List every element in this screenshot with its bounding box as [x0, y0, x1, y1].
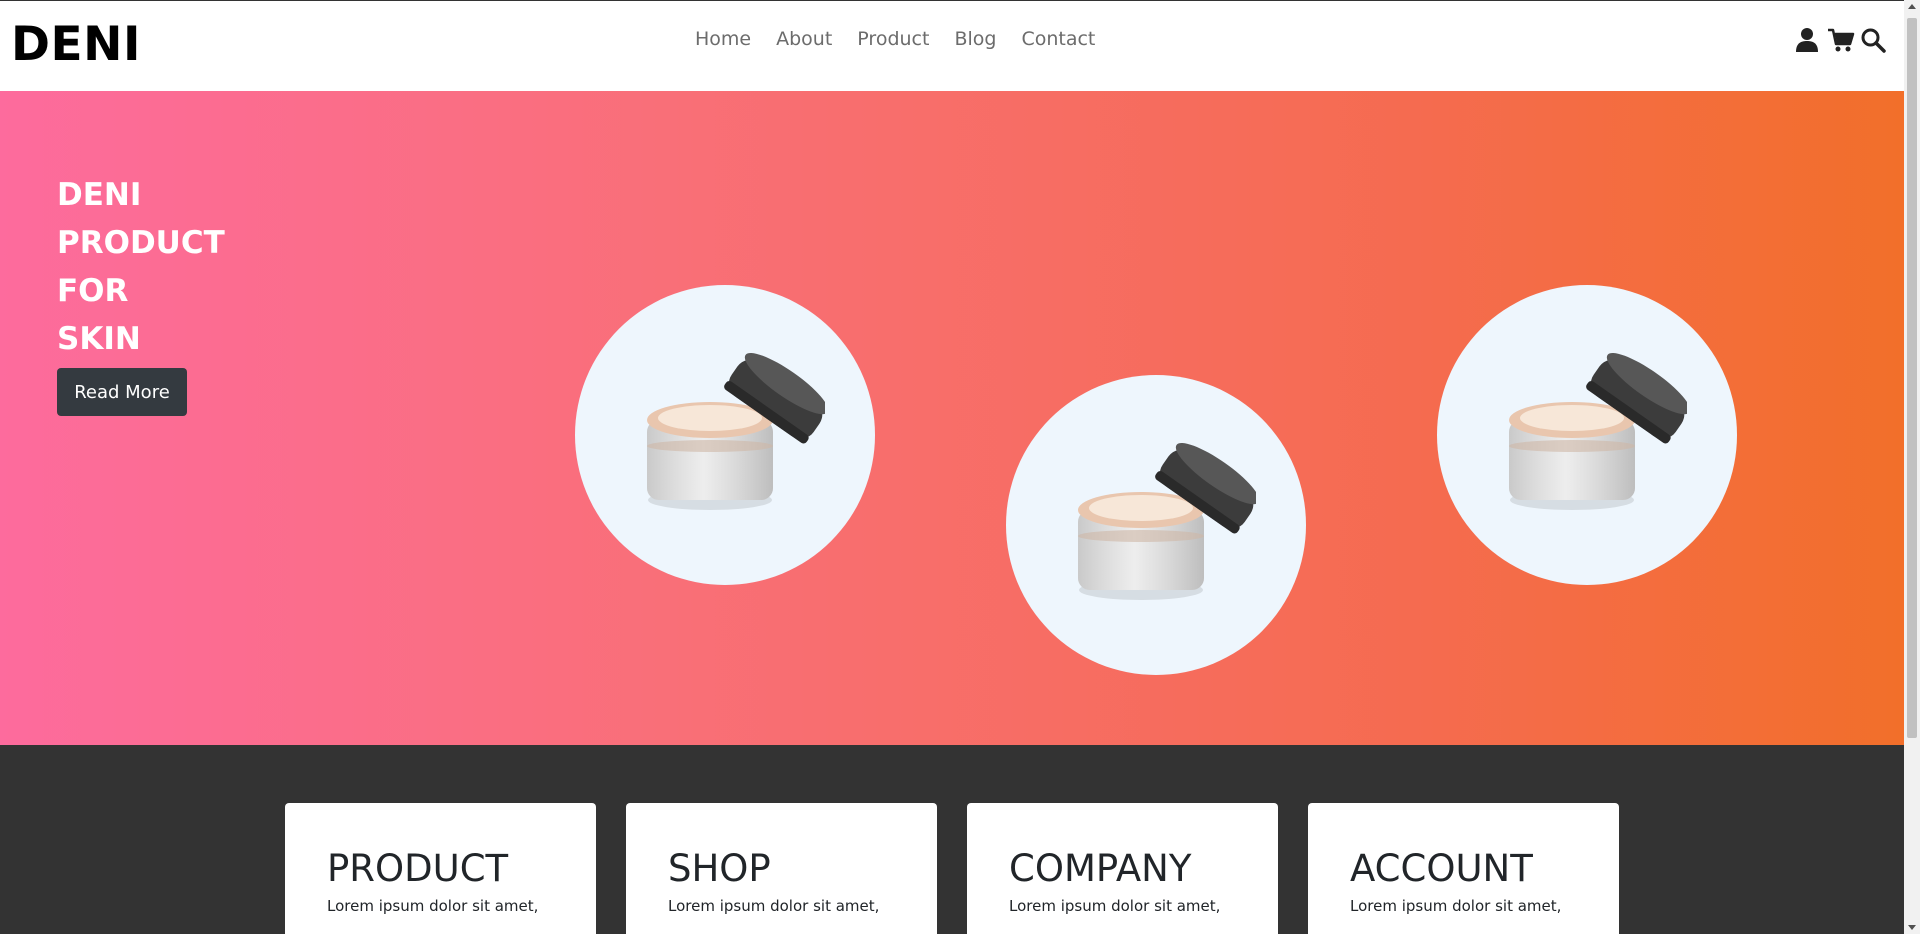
- hero-title-line: FOR: [57, 273, 129, 309]
- page: DENI Home About Product Blog Contact DEN…: [0, 0, 1920, 934]
- info-card: ACCOUNT Lorem ipsum dolor sit amet,: [1308, 803, 1619, 934]
- card-title: SHOP: [668, 847, 771, 890]
- cream-jar-image: [1509, 353, 1687, 510]
- header-icons: [1794, 27, 1886, 53]
- nav-blog-link[interactable]: Blog: [954, 27, 996, 51]
- nav-product-link[interactable]: Product: [857, 27, 929, 51]
- nav-home-link[interactable]: Home: [695, 27, 751, 51]
- product-circle: [1006, 375, 1306, 675]
- site-logo[interactable]: DENI: [11, 17, 141, 72]
- info-card: COMPANY Lorem ipsum dolor sit amet,: [967, 803, 1278, 934]
- scroll-down-arrow-icon[interactable]: [1908, 925, 1916, 930]
- card-title: COMPANY: [1009, 847, 1192, 890]
- cream-jar-image: [647, 353, 825, 510]
- page-scrollbar[interactable]: [1904, 0, 1920, 934]
- cream-jar-image: [1078, 443, 1256, 600]
- site-header: DENI Home About Product Blog Contact: [0, 0, 1904, 91]
- nav-contact-link[interactable]: Contact: [1021, 27, 1095, 51]
- scrollbar-thumb[interactable]: [1907, 18, 1917, 738]
- card-text: Lorem ipsum dolor sit amet,: [1009, 897, 1221, 915]
- card-text: Lorem ipsum dolor sit amet,: [668, 897, 880, 915]
- hero-title-line: PRODUCT: [57, 225, 225, 261]
- card-text: Lorem ipsum dolor sit amet,: [327, 897, 539, 915]
- search-icon[interactable]: [1860, 27, 1886, 53]
- read-more-button[interactable]: Read More: [57, 368, 187, 416]
- product-circle: [575, 285, 875, 585]
- product-circle: [1437, 285, 1737, 585]
- main-nav: Home About Product Blog Contact: [695, 27, 1120, 51]
- card-title: ACCOUNT: [1350, 847, 1533, 890]
- card-title: PRODUCT: [327, 847, 509, 890]
- hero-title: DENI PRODUCT FOR SKIN: [57, 171, 257, 363]
- hero-title-line: DENI: [57, 177, 142, 213]
- footer-links-section: PRODUCT Lorem ipsum dolor sit amet, SHOP…: [0, 745, 1904, 934]
- hero-title-line: SKIN: [57, 321, 141, 357]
- scroll-up-arrow-icon[interactable]: [1908, 4, 1916, 9]
- hero-banner: DENI PRODUCT FOR SKIN Read More: [0, 91, 1904, 745]
- info-card: SHOP Lorem ipsum dolor sit amet,: [626, 803, 937, 934]
- nav-about-link[interactable]: About: [776, 27, 832, 51]
- user-icon[interactable]: [1794, 27, 1820, 53]
- cart-icon[interactable]: [1827, 27, 1855, 53]
- info-card: PRODUCT Lorem ipsum dolor sit amet,: [285, 803, 596, 934]
- card-text: Lorem ipsum dolor sit amet,: [1350, 897, 1562, 915]
